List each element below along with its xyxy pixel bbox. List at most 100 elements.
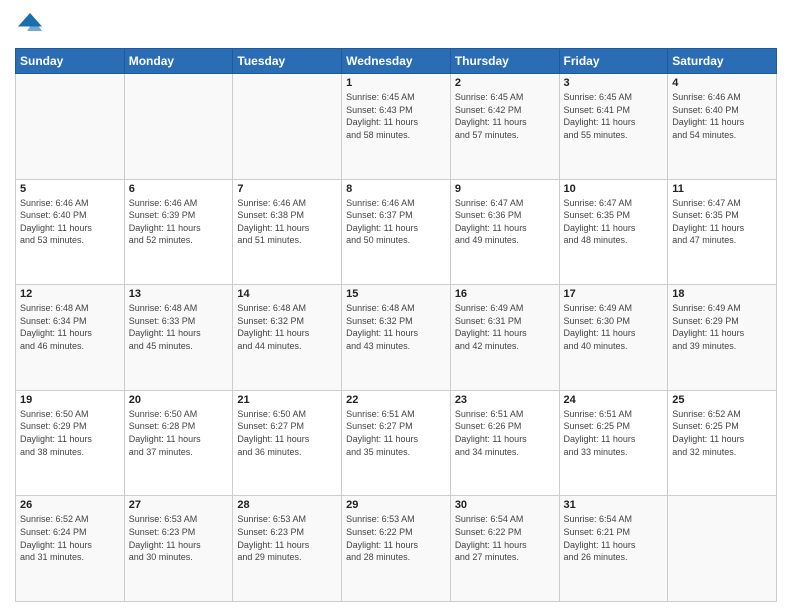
cell-info-text: Sunrise: 6:51 AM Sunset: 6:25 PM Dayligh… [564, 408, 664, 458]
calendar-cell: 12 Sunrise: 6:48 AM Sunset: 6:34 PM Dayli… [16, 285, 125, 391]
cell-info-text: Sunrise: 6:51 AM Sunset: 6:27 PM Dayligh… [346, 408, 446, 458]
cell-info-text: Sunrise: 6:51 AM Sunset: 6:26 PM Dayligh… [455, 408, 555, 458]
cell-info-text: Sunrise: 6:48 AM Sunset: 6:32 PM Dayligh… [346, 302, 446, 352]
header [15, 10, 777, 40]
calendar-body: 1 Sunrise: 6:45 AM Sunset: 6:43 PM Daylig… [16, 74, 777, 602]
cell-info-text: Sunrise: 6:48 AM Sunset: 6:34 PM Dayligh… [20, 302, 120, 352]
calendar-cell: 10 Sunrise: 6:47 AM Sunset: 6:35 PM Dayli… [559, 179, 668, 285]
calendar-week-5: 26 Sunrise: 6:52 AM Sunset: 6:24 PM Dayli… [16, 496, 777, 602]
cell-info-text: Sunrise: 6:54 AM Sunset: 6:22 PM Dayligh… [455, 513, 555, 563]
cell-info-text: Sunrise: 6:47 AM Sunset: 6:36 PM Dayligh… [455, 197, 555, 247]
cell-info-text: Sunrise: 6:48 AM Sunset: 6:32 PM Dayligh… [237, 302, 337, 352]
cell-date-number: 23 [455, 394, 555, 406]
header-row: SundayMondayTuesdayWednesdayThursdayFrid… [16, 49, 777, 74]
calendar-cell: 14 Sunrise: 6:48 AM Sunset: 6:32 PM Dayli… [233, 285, 342, 391]
cell-date-number: 22 [346, 394, 446, 406]
calendar-cell: 17Sunrise: 6:49 AM Sunset: 6:30 PM Dayli… [559, 285, 668, 391]
cell-info-text: Sunrise: 6:46 AM Sunset: 6:38 PM Dayligh… [237, 197, 337, 247]
cell-date-number: 29 [346, 499, 446, 511]
calendar-cell [124, 74, 233, 180]
cell-info-text: Sunrise: 6:45 AM Sunset: 6:42 PM Dayligh… [455, 91, 555, 141]
cell-date-number: 31 [564, 499, 664, 511]
logo [15, 10, 49, 40]
cell-date-number: 8 [346, 183, 446, 195]
calendar-cell [233, 74, 342, 180]
cell-date-number: 11 [672, 183, 772, 195]
cell-date-number: 20 [129, 394, 229, 406]
page: SundayMondayTuesdayWednesdayThursdayFrid… [0, 0, 792, 612]
calendar-cell: 16Sunrise: 6:49 AM Sunset: 6:31 PM Dayli… [450, 285, 559, 391]
calendar-cell: 18Sunrise: 6:49 AM Sunset: 6:29 PM Dayli… [668, 285, 777, 391]
cell-date-number: 27 [129, 499, 229, 511]
cell-date-number: 25 [672, 394, 772, 406]
calendar-cell: 22 Sunrise: 6:51 AM Sunset: 6:27 PM Dayli… [342, 390, 451, 496]
cell-info-text: Sunrise: 6:46 AM Sunset: 6:40 PM Dayligh… [20, 197, 120, 247]
cell-info-text: Sunrise: 6:50 AM Sunset: 6:29 PM Dayligh… [20, 408, 120, 458]
calendar-cell: 13 Sunrise: 6:48 AM Sunset: 6:33 PM Dayli… [124, 285, 233, 391]
cell-date-number: 26 [20, 499, 120, 511]
cell-date-number: 7 [237, 183, 337, 195]
calendar-cell: 20 Sunrise: 6:50 AM Sunset: 6:28 PM Dayli… [124, 390, 233, 496]
cell-info-text: Sunrise: 6:49 AM Sunset: 6:31 PM Dayligh… [455, 302, 555, 352]
calendar-cell [16, 74, 125, 180]
cell-info-text: Sunrise: 6:49 AM Sunset: 6:30 PM Dayligh… [564, 302, 664, 352]
cell-date-number: 9 [455, 183, 555, 195]
cell-date-number: 1 [346, 77, 446, 89]
calendar-week-3: 12 Sunrise: 6:48 AM Sunset: 6:34 PM Dayli… [16, 285, 777, 391]
calendar-table: SundayMondayTuesdayWednesdayThursdayFrid… [15, 48, 777, 602]
cell-info-text: Sunrise: 6:46 AM Sunset: 6:40 PM Dayligh… [672, 91, 772, 141]
calendar-header: SundayMondayTuesdayWednesdayThursdayFrid… [16, 49, 777, 74]
cell-info-text: Sunrise: 6:54 AM Sunset: 6:21 PM Dayligh… [564, 513, 664, 563]
col-header-monday: Monday [124, 49, 233, 74]
cell-info-text: Sunrise: 6:47 AM Sunset: 6:35 PM Dayligh… [672, 197, 772, 247]
cell-date-number: 13 [129, 288, 229, 300]
calendar-cell: 30 Sunrise: 6:54 AM Sunset: 6:22 PM Dayli… [450, 496, 559, 602]
calendar-cell: 3Sunrise: 6:45 AM Sunset: 6:41 PM Daylig… [559, 74, 668, 180]
cell-date-number: 28 [237, 499, 337, 511]
cell-date-number: 30 [455, 499, 555, 511]
calendar-week-1: 1 Sunrise: 6:45 AM Sunset: 6:43 PM Daylig… [16, 74, 777, 180]
cell-info-text: Sunrise: 6:46 AM Sunset: 6:39 PM Dayligh… [129, 197, 229, 247]
calendar-week-2: 5 Sunrise: 6:46 AM Sunset: 6:40 PM Daylig… [16, 179, 777, 285]
cell-date-number: 2 [455, 77, 555, 89]
calendar-cell: 23 Sunrise: 6:51 AM Sunset: 6:26 PM Dayli… [450, 390, 559, 496]
cell-date-number: 24 [564, 394, 664, 406]
col-header-tuesday: Tuesday [233, 49, 342, 74]
col-header-thursday: Thursday [450, 49, 559, 74]
cell-info-text: Sunrise: 6:53 AM Sunset: 6:22 PM Dayligh… [346, 513, 446, 563]
calendar-cell: 25Sunrise: 6:52 AM Sunset: 6:25 PM Dayli… [668, 390, 777, 496]
calendar-cell: 8Sunrise: 6:46 AM Sunset: 6:37 PM Daylig… [342, 179, 451, 285]
calendar-cell: 7 Sunrise: 6:46 AM Sunset: 6:38 PM Daylig… [233, 179, 342, 285]
col-header-friday: Friday [559, 49, 668, 74]
calendar-cell: 6Sunrise: 6:46 AM Sunset: 6:39 PM Daylig… [124, 179, 233, 285]
logo-icon [15, 10, 45, 40]
cell-date-number: 10 [564, 183, 664, 195]
calendar-cell: 15 Sunrise: 6:48 AM Sunset: 6:32 PM Dayli… [342, 285, 451, 391]
cell-info-text: Sunrise: 6:50 AM Sunset: 6:28 PM Dayligh… [129, 408, 229, 458]
cell-date-number: 15 [346, 288, 446, 300]
calendar-cell: 5 Sunrise: 6:46 AM Sunset: 6:40 PM Daylig… [16, 179, 125, 285]
calendar-cell: 28 Sunrise: 6:53 AM Sunset: 6:23 PM Dayli… [233, 496, 342, 602]
col-header-sunday: Sunday [16, 49, 125, 74]
calendar-cell: 11 Sunrise: 6:47 AM Sunset: 6:35 PM Dayli… [668, 179, 777, 285]
calendar-cell: 21Sunrise: 6:50 AM Sunset: 6:27 PM Dayli… [233, 390, 342, 496]
cell-date-number: 14 [237, 288, 337, 300]
cell-info-text: Sunrise: 6:52 AM Sunset: 6:24 PM Dayligh… [20, 513, 120, 563]
cell-date-number: 5 [20, 183, 120, 195]
cell-info-text: Sunrise: 6:47 AM Sunset: 6:35 PM Dayligh… [564, 197, 664, 247]
calendar-cell: 29 Sunrise: 6:53 AM Sunset: 6:22 PM Dayli… [342, 496, 451, 602]
calendar-cell: 4 Sunrise: 6:46 AM Sunset: 6:40 PM Daylig… [668, 74, 777, 180]
calendar-cell: 27 Sunrise: 6:53 AM Sunset: 6:23 PM Dayli… [124, 496, 233, 602]
calendar-cell: 26 Sunrise: 6:52 AM Sunset: 6:24 PM Dayli… [16, 496, 125, 602]
cell-info-text: Sunrise: 6:48 AM Sunset: 6:33 PM Dayligh… [129, 302, 229, 352]
calendar-cell: 1 Sunrise: 6:45 AM Sunset: 6:43 PM Daylig… [342, 74, 451, 180]
cell-date-number: 12 [20, 288, 120, 300]
calendar-cell: 31 Sunrise: 6:54 AM Sunset: 6:21 PM Dayli… [559, 496, 668, 602]
cell-info-text: Sunrise: 6:53 AM Sunset: 6:23 PM Dayligh… [237, 513, 337, 563]
cell-date-number: 4 [672, 77, 772, 89]
calendar-cell: 19Sunrise: 6:50 AM Sunset: 6:29 PM Dayli… [16, 390, 125, 496]
cell-info-text: Sunrise: 6:45 AM Sunset: 6:43 PM Dayligh… [346, 91, 446, 141]
cell-info-text: Sunrise: 6:53 AM Sunset: 6:23 PM Dayligh… [129, 513, 229, 563]
cell-info-text: Sunrise: 6:50 AM Sunset: 6:27 PM Dayligh… [237, 408, 337, 458]
cell-info-text: Sunrise: 6:49 AM Sunset: 6:29 PM Dayligh… [672, 302, 772, 352]
